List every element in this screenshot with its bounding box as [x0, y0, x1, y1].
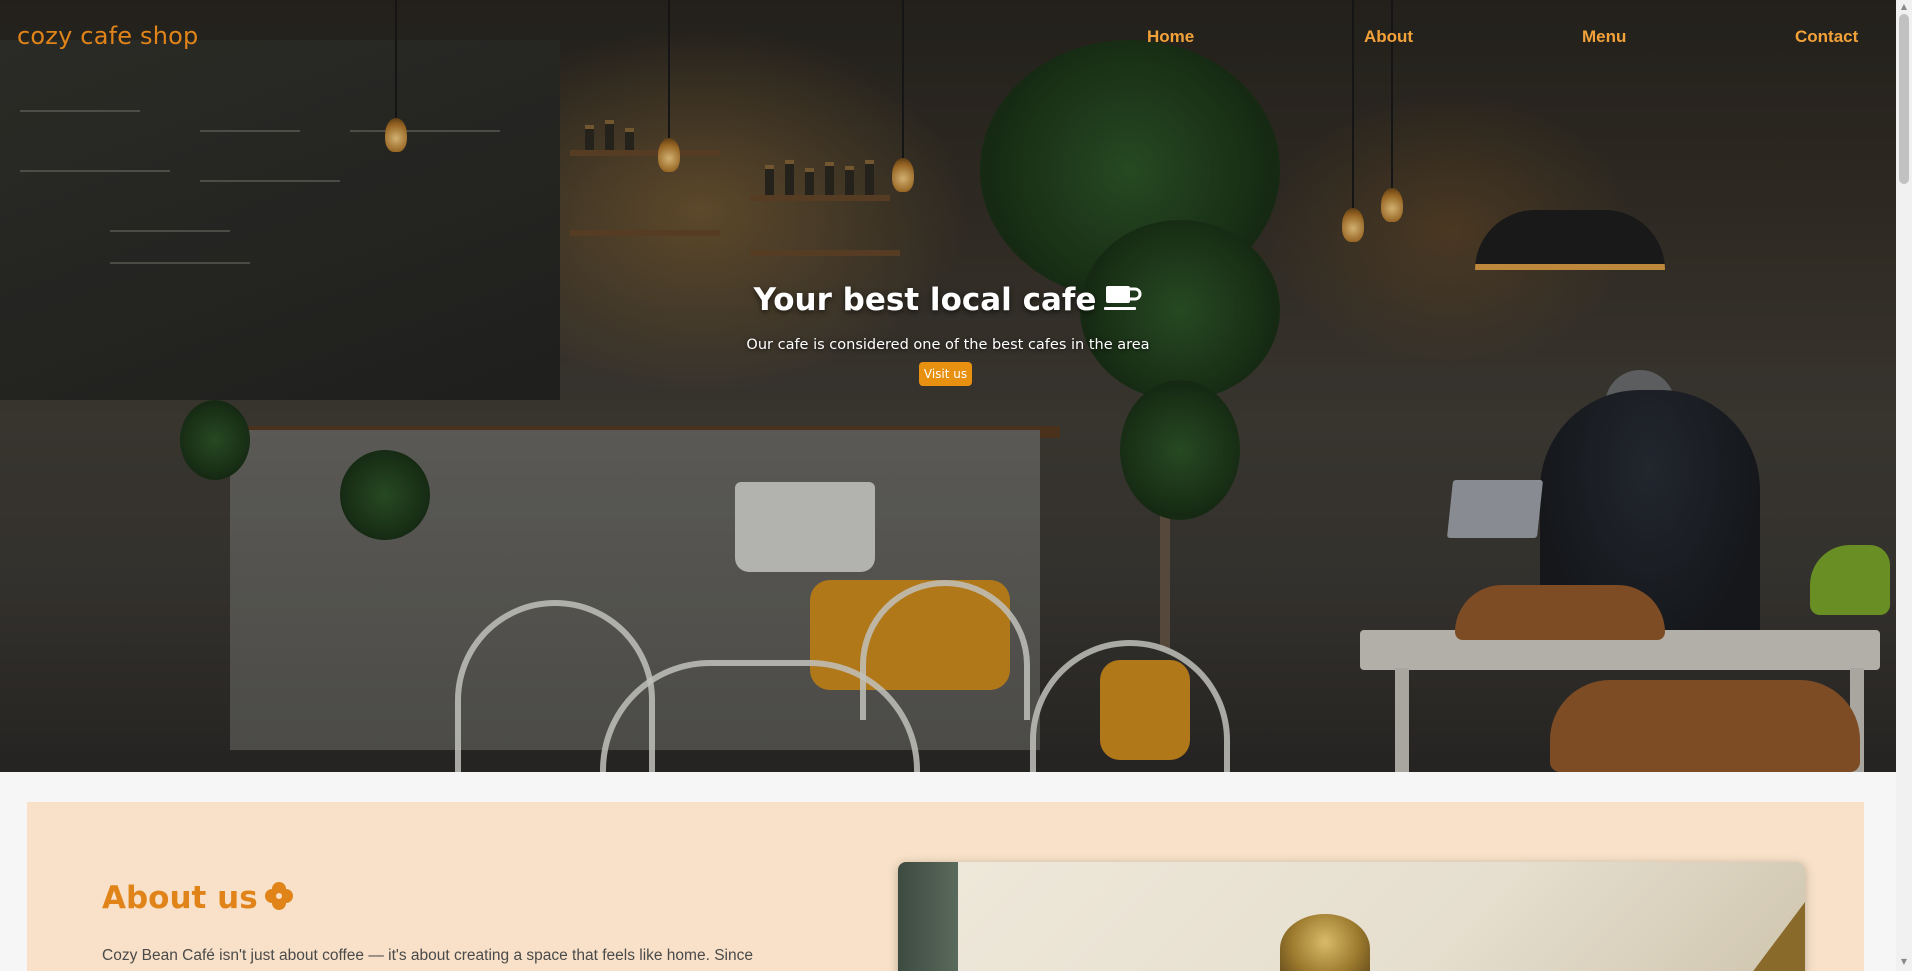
nav-link-menu[interactable]: Menu	[1582, 27, 1626, 47]
coffee-cup-icon	[1104, 283, 1142, 321]
about-description: Cozy Bean Café isn't just about coffee —…	[102, 947, 753, 964]
ceiling-light-fixture	[1280, 914, 1370, 971]
nav-link-home[interactable]: Home	[1147, 27, 1194, 47]
photo-wall-edge	[898, 862, 958, 971]
about-section: About us Cozy Bean Café isn't just about…	[27, 802, 1864, 971]
nav-link-about[interactable]: About	[1364, 27, 1413, 47]
hero-title: Your best local cafe	[0, 282, 1896, 321]
scroll-down-arrow-icon[interactable]: ▼	[1900, 958, 1908, 966]
brand-logo[interactable]: cozy cafe shop	[17, 22, 199, 50]
about-title-text: About us	[102, 880, 258, 916]
nav-link-contact[interactable]: Contact	[1795, 27, 1858, 47]
scrollbar-thumb[interactable]	[1899, 14, 1909, 184]
hero-section: cozy cafe shop Home About Menu Contact Y…	[0, 0, 1896, 772]
top-navigation: cozy cafe shop Home About Menu Contact	[0, 0, 1896, 76]
photo-beam	[1745, 902, 1805, 971]
hero-title-text: Your best local cafe	[753, 282, 1097, 318]
hero-dark-overlay	[0, 0, 1896, 772]
clover-icon	[264, 881, 294, 919]
visit-us-button[interactable]: Visit us	[919, 362, 972, 386]
scroll-up-arrow-icon[interactable]: ▲	[1900, 3, 1908, 11]
hero-subtitle: Our cafe is considered one of the best c…	[746, 337, 1150, 353]
about-cafe-photo	[898, 862, 1805, 971]
about-title: About us	[102, 880, 294, 919]
